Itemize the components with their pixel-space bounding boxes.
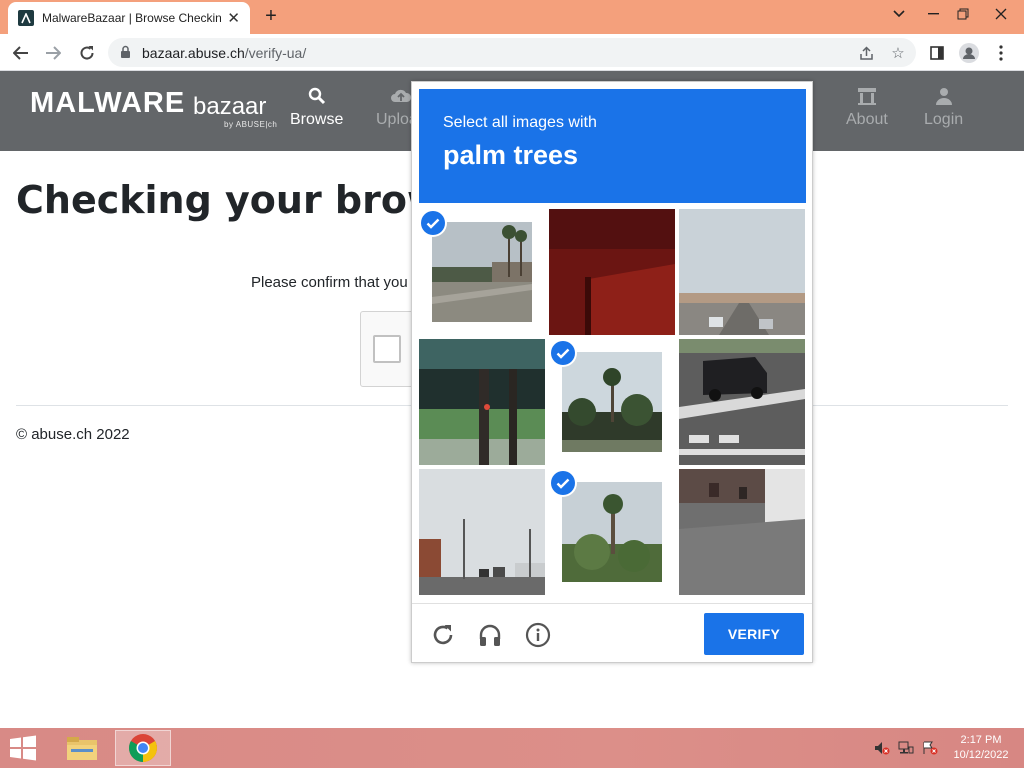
tile-image-street-horizon [679,209,805,335]
tab-title: MalwareBazaar | Browse Checking [42,11,222,25]
url-host: bazaar.abuse.ch [142,45,245,61]
lock-icon[interactable] [120,45,131,64]
tile-image-palm-park [562,352,662,452]
audio-challenge-headphones-icon[interactable] [477,622,503,648]
malwarebazaar-favicon-icon [18,10,34,26]
nav-about[interactable]: About [846,87,888,129]
reload-icon[interactable] [74,40,100,66]
new-tab-icon[interactable]: + [260,5,282,27]
clock-date: 10/12/2022 [953,749,1009,761]
tile-image-underpass [419,339,545,465]
url-path: /verify-ua/ [244,45,307,61]
action-center-flag-icon[interactable] [922,741,938,755]
tab-search-icon[interactable] [882,0,916,28]
logo-bazaar[interactable]: bazaar [193,93,266,121]
tab-close-icon[interactable]: ✕ [227,11,240,26]
institution-icon [846,87,888,107]
captcha-header: Select all images with palm trees [419,89,806,203]
browser-tabstrip: MalwareBazaar | Browse Checking ✕ + [0,0,1024,34]
side-panel-icon[interactable] [926,42,948,64]
browser-menu-icon[interactable] [990,42,1012,64]
confirm-text: Please confirm that you [251,274,408,291]
tile-image-red-wall [549,209,675,335]
logo-malware[interactable]: MALWARE [30,87,185,120]
share-icon[interactable] [856,43,876,63]
network-icon[interactable] [898,741,914,755]
verify-button[interactable]: VERIFY [704,613,804,655]
chrome-taskbar-icon[interactable] [115,730,171,766]
volume-muted-icon[interactable] [874,741,890,755]
tile-image-sidewalk [679,469,805,595]
nav-about-label: About [846,111,888,128]
captcha-tile-1[interactable] [419,209,545,335]
taskbar-clock[interactable]: 2:17 PM 10/12/2022 [948,733,1014,763]
captcha-tile-8[interactable] [549,469,675,595]
captcha-tile-5[interactable] [549,339,675,465]
browser-tab[interactable]: MalwareBazaar | Browse Checking ✕ [8,2,250,34]
bookmark-star-icon[interactable]: ☆ [888,43,908,63]
tile-image-crosswalk [679,339,805,465]
footer-copyright: © abuse.ch 2022 [16,426,130,443]
close-window-icon[interactable] [984,0,1018,28]
windows-taskbar: 2:17 PM 10/12/2022 [0,728,1024,768]
captcha-tile-7[interactable] [419,469,545,595]
nav-browse[interactable]: Browse [290,87,343,129]
tile-image-city-street [419,469,545,595]
captcha-challenge: Select all images with palm trees VERIFY [411,81,813,663]
tile-8-checkmark-icon [551,471,575,495]
tile-image-palm-road [432,222,532,322]
reload-challenge-icon[interactable] [430,622,456,648]
clock-time: 2:17 PM [960,734,1002,746]
captcha-tile-2[interactable] [549,209,675,335]
minimize-icon[interactable] [916,0,950,28]
restore-icon[interactable] [946,0,980,28]
captcha-tile-9[interactable] [679,469,805,595]
search-icon [290,87,343,107]
nav-browse-label: Browse [290,111,344,128]
captcha-target: palm trees [443,140,579,170]
address-bar[interactable]: bazaar.abuse.ch/verify-ua/ ☆ [108,38,916,67]
captcha-instruction: Select all images with [443,114,597,131]
url-text: bazaar.abuse.ch/verify-ua/ [142,45,306,61]
tile-1-checkmark-icon [421,211,445,235]
nav-login-label: Login [924,111,964,128]
browser-toolbar: bazaar.abuse.ch/verify-ua/ ☆ [0,34,1024,71]
nav-login[interactable]: Login [924,87,963,129]
info-icon[interactable] [525,622,551,648]
recaptcha-checkbox[interactable] [373,335,401,363]
back-icon[interactable] [8,40,34,66]
tile-5-checkmark-icon [551,341,575,365]
user-icon [924,87,963,107]
captcha-tile-3[interactable] [679,209,805,335]
tile-image-palm-hill [562,482,662,582]
captcha-tile-4[interactable] [419,339,545,465]
windows-start-icon[interactable] [8,735,40,761]
forward-icon[interactable] [40,40,66,66]
file-explorer-icon[interactable] [54,730,110,766]
profile-avatar-icon[interactable] [958,42,980,64]
captcha-footer: VERIFY [412,603,812,663]
captcha-tile-6[interactable] [679,339,805,465]
logo-by-abuse: by ABUSE|ch [224,120,278,129]
